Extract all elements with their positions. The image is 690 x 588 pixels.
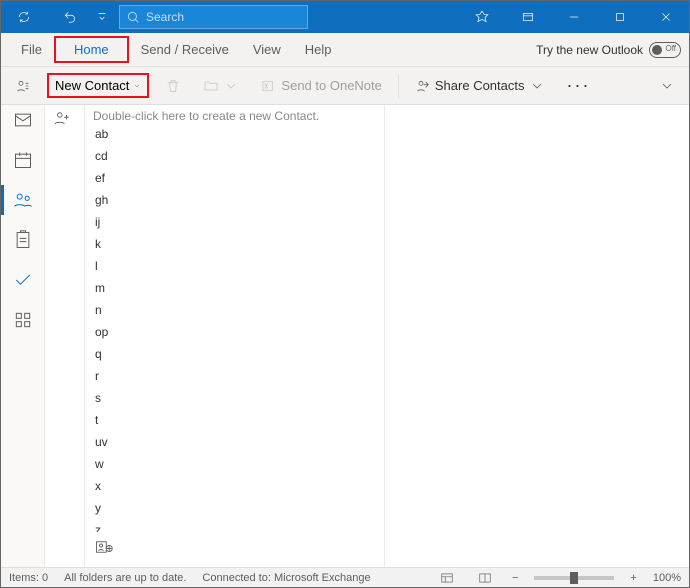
- zoom-level: 100%: [653, 572, 681, 584]
- index-y[interactable]: y: [85, 497, 384, 519]
- zoom-out-icon[interactable]: −: [512, 572, 518, 584]
- index-t[interactable]: t: [85, 409, 384, 431]
- sync-status: All folders are up to date.: [64, 572, 186, 584]
- index-q[interactable]: q: [85, 343, 384, 365]
- index-uv[interactable]: uv: [85, 431, 384, 453]
- move-button[interactable]: [197, 74, 245, 98]
- add-contact-icon[interactable]: [53, 109, 71, 132]
- main-area: Double-click here to create a new Contac…: [1, 105, 689, 567]
- chevron-down-icon: [529, 78, 545, 94]
- zoom-slider[interactable]: [534, 576, 614, 580]
- chevron-down-icon: [133, 82, 141, 90]
- close-icon[interactable]: [643, 1, 689, 33]
- content: Double-click here to create a new Contac…: [45, 105, 689, 567]
- search-icon: [126, 10, 140, 24]
- index-w[interactable]: w: [85, 453, 384, 475]
- minimize-icon[interactable]: [551, 1, 597, 33]
- contact-view-icon[interactable]: [9, 74, 37, 98]
- tab-help[interactable]: Help: [293, 36, 344, 63]
- tab-home[interactable]: Home: [54, 36, 129, 63]
- tab-send-receive[interactable]: Send / Receive: [129, 36, 241, 63]
- index-z[interactable]: z: [85, 519, 384, 532]
- tab-file[interactable]: File: [9, 36, 54, 63]
- maximize-icon[interactable]: [597, 1, 643, 33]
- new-contact-label: New Contact: [55, 78, 129, 93]
- index-ef[interactable]: ef: [85, 167, 384, 189]
- tab-view[interactable]: View: [241, 36, 293, 63]
- share-contacts-label: Share Contacts: [435, 78, 525, 93]
- new-contact-button[interactable]: New Contact: [47, 73, 149, 98]
- delete-button[interactable]: [159, 74, 187, 98]
- ribbon: New Contact Send to OneNote Share Contac…: [1, 67, 689, 105]
- index-ab[interactable]: ab: [85, 123, 384, 145]
- undo-icon[interactable]: [47, 1, 93, 33]
- address-book-pane: [45, 105, 85, 567]
- preview-pane: [385, 105, 689, 567]
- nav-bar: [1, 105, 45, 567]
- share-contacts-button[interactable]: Share Contacts: [409, 74, 551, 98]
- status-bar: Items: 0 All folders are up to date. Con…: [1, 567, 689, 587]
- collapse-ribbon-icon[interactable]: [653, 74, 681, 98]
- index-n[interactable]: n: [85, 299, 384, 321]
- normal-view-icon[interactable]: [436, 570, 458, 586]
- chevron-down-icon: [223, 78, 239, 94]
- sync-icon[interactable]: [1, 1, 47, 33]
- connection-status: Connected to: Microsoft Exchange: [202, 572, 370, 584]
- zoom-in-icon[interactable]: +: [630, 572, 636, 584]
- index-x[interactable]: x: [85, 475, 384, 497]
- mail-nav-icon[interactable]: [12, 109, 34, 131]
- todo-nav-icon[interactable]: [12, 269, 34, 291]
- send-to-onenote-button[interactable]: Send to OneNote: [255, 74, 387, 98]
- items-count: Items: 0: [9, 572, 48, 584]
- contact-list-pane: Double-click here to create a new Contac…: [85, 105, 385, 567]
- alpha-index: abcdefghijklmnopqrstuvwxyz: [85, 123, 384, 532]
- tab-bar: File Home Send / Receive View Help Try t…: [1, 33, 689, 67]
- toggle-off-label: Off: [665, 44, 676, 53]
- apps-nav-icon[interactable]: [12, 309, 34, 331]
- search-box[interactable]: [119, 5, 308, 29]
- index-op[interactable]: op: [85, 321, 384, 343]
- calendar-nav-icon[interactable]: [12, 149, 34, 171]
- index-m[interactable]: m: [85, 277, 384, 299]
- people-nav-icon[interactable]: [12, 189, 34, 211]
- send-onenote-label: Send to OneNote: [281, 78, 381, 93]
- try-new-outlook[interactable]: Try the new Outlook Off: [536, 42, 681, 58]
- reading-view-icon[interactable]: [474, 570, 496, 586]
- tasks-nav-icon[interactable]: [12, 229, 34, 251]
- try-new-label: Try the new Outlook: [536, 43, 643, 57]
- premium-icon[interactable]: [459, 1, 505, 33]
- index-r[interactable]: r: [85, 365, 384, 387]
- index-l[interactable]: l: [85, 255, 384, 277]
- qat-dropdown-icon[interactable]: [93, 1, 111, 33]
- index-ij[interactable]: ij: [85, 211, 384, 233]
- ribbon-display-icon[interactable]: [505, 1, 551, 33]
- empty-hint[interactable]: Double-click here to create a new Contac…: [85, 105, 384, 123]
- org-contact-icon[interactable]: [85, 532, 384, 567]
- index-cd[interactable]: cd: [85, 145, 384, 167]
- more-commands-button[interactable]: ···: [561, 71, 597, 100]
- index-gh[interactable]: gh: [85, 189, 384, 211]
- title-bar: [1, 1, 689, 33]
- index-s[interactable]: s: [85, 387, 384, 409]
- index-k[interactable]: k: [85, 233, 384, 255]
- try-new-toggle[interactable]: Off: [649, 42, 681, 58]
- search-input[interactable]: [146, 10, 301, 24]
